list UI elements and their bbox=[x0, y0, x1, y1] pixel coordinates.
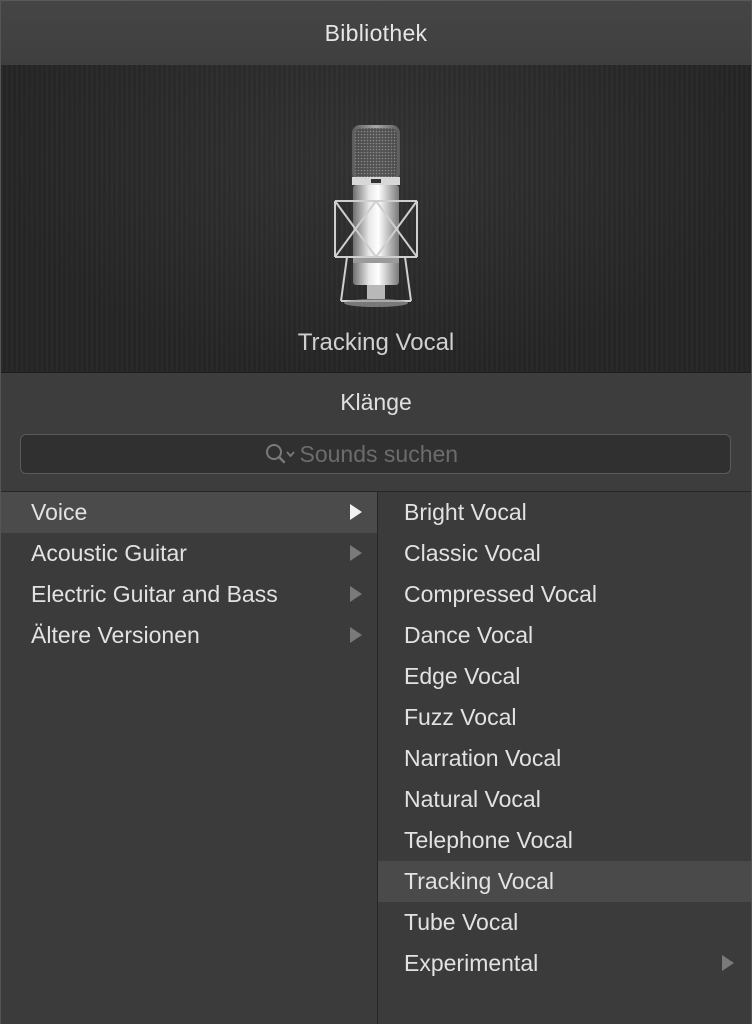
patch-label: Bright Vocal bbox=[404, 499, 527, 525]
chevron-right-icon bbox=[350, 545, 362, 561]
category-item-electric-guitar-and-bass[interactable]: Electric Guitar and Bass bbox=[1, 574, 377, 615]
chevron-right-icon bbox=[722, 955, 734, 971]
search-icon[interactable] bbox=[262, 441, 298, 467]
patch-column: Bright Vocal Classic Vocal Compressed Vo… bbox=[378, 492, 751, 1024]
patch-label: Experimental bbox=[404, 950, 539, 976]
patch-item-narration-vocal[interactable]: Narration Vocal bbox=[378, 738, 751, 779]
category-label: Electric Guitar and Bass bbox=[31, 581, 278, 607]
patch-item-telephone-vocal[interactable]: Telephone Vocal bbox=[378, 820, 751, 861]
patch-preview: Tracking Vocal bbox=[1, 65, 751, 373]
chevron-right-icon bbox=[350, 504, 362, 520]
patch-label: Dance Vocal bbox=[404, 622, 534, 648]
category-item-aeltere-versionen[interactable]: Ältere Versionen bbox=[1, 615, 377, 656]
patch-item-natural-vocal[interactable]: Natural Vocal bbox=[378, 779, 751, 820]
patch-item-dance-vocal[interactable]: Dance Vocal bbox=[378, 615, 751, 656]
patch-item-compressed-vocal[interactable]: Compressed Vocal bbox=[378, 574, 751, 615]
preview-patch-name: Tracking Vocal bbox=[297, 329, 455, 356]
category-item-acoustic-guitar[interactable]: Acoustic Guitar bbox=[1, 533, 377, 574]
category-label: Acoustic Guitar bbox=[31, 540, 187, 566]
patch-label: Fuzz Vocal bbox=[404, 704, 517, 730]
patch-item-tracking-vocal[interactable]: Tracking Vocal bbox=[378, 861, 751, 902]
patch-item-classic-vocal[interactable]: Classic Vocal bbox=[378, 533, 751, 574]
patch-label: Classic Vocal bbox=[404, 540, 541, 566]
patch-label: Narration Vocal bbox=[404, 745, 562, 771]
patch-item-fuzz-vocal[interactable]: Fuzz Vocal bbox=[378, 697, 751, 738]
patch-item-experimental[interactable]: Experimental bbox=[378, 943, 751, 984]
library-header: Bibliothek bbox=[1, 0, 751, 66]
patch-item-tube-vocal[interactable]: Tube Vocal bbox=[378, 902, 751, 943]
category-item-voice[interactable]: Voice bbox=[1, 492, 377, 533]
patch-item-edge-vocal[interactable]: Edge Vocal bbox=[378, 656, 751, 697]
library-title: Bibliothek bbox=[324, 19, 428, 46]
category-column: Voice Acoustic Guitar Electric Guitar an… bbox=[1, 492, 378, 1024]
patch-label: Compressed Vocal bbox=[404, 581, 598, 607]
search-input[interactable] bbox=[299, 440, 490, 468]
library-panel: Bibliothek Tracking Vocal Klänge Sounds … bbox=[0, 0, 752, 1024]
browser-columns: Voice Acoustic Guitar Electric Guitar an… bbox=[1, 492, 751, 1024]
sounds-search-field[interactable] bbox=[20, 434, 731, 474]
category-label: Voice bbox=[31, 499, 88, 525]
patch-label: Natural Vocal bbox=[404, 786, 541, 812]
chevron-right-icon bbox=[350, 586, 362, 602]
sounds-title: Klänge bbox=[340, 389, 412, 415]
chevron-right-icon bbox=[350, 627, 362, 643]
patch-label: Tube Vocal bbox=[404, 909, 519, 935]
patch-label: Tracking Vocal bbox=[404, 868, 554, 894]
patch-label: Edge Vocal bbox=[404, 663, 521, 689]
microphone-icon bbox=[334, 125, 418, 307]
patch-label: Telephone Vocal bbox=[404, 827, 573, 853]
sounds-section: Klänge bbox=[1, 373, 751, 492]
category-label: Ältere Versionen bbox=[31, 622, 200, 648]
patch-item-bright-vocal[interactable]: Bright Vocal bbox=[378, 492, 751, 533]
